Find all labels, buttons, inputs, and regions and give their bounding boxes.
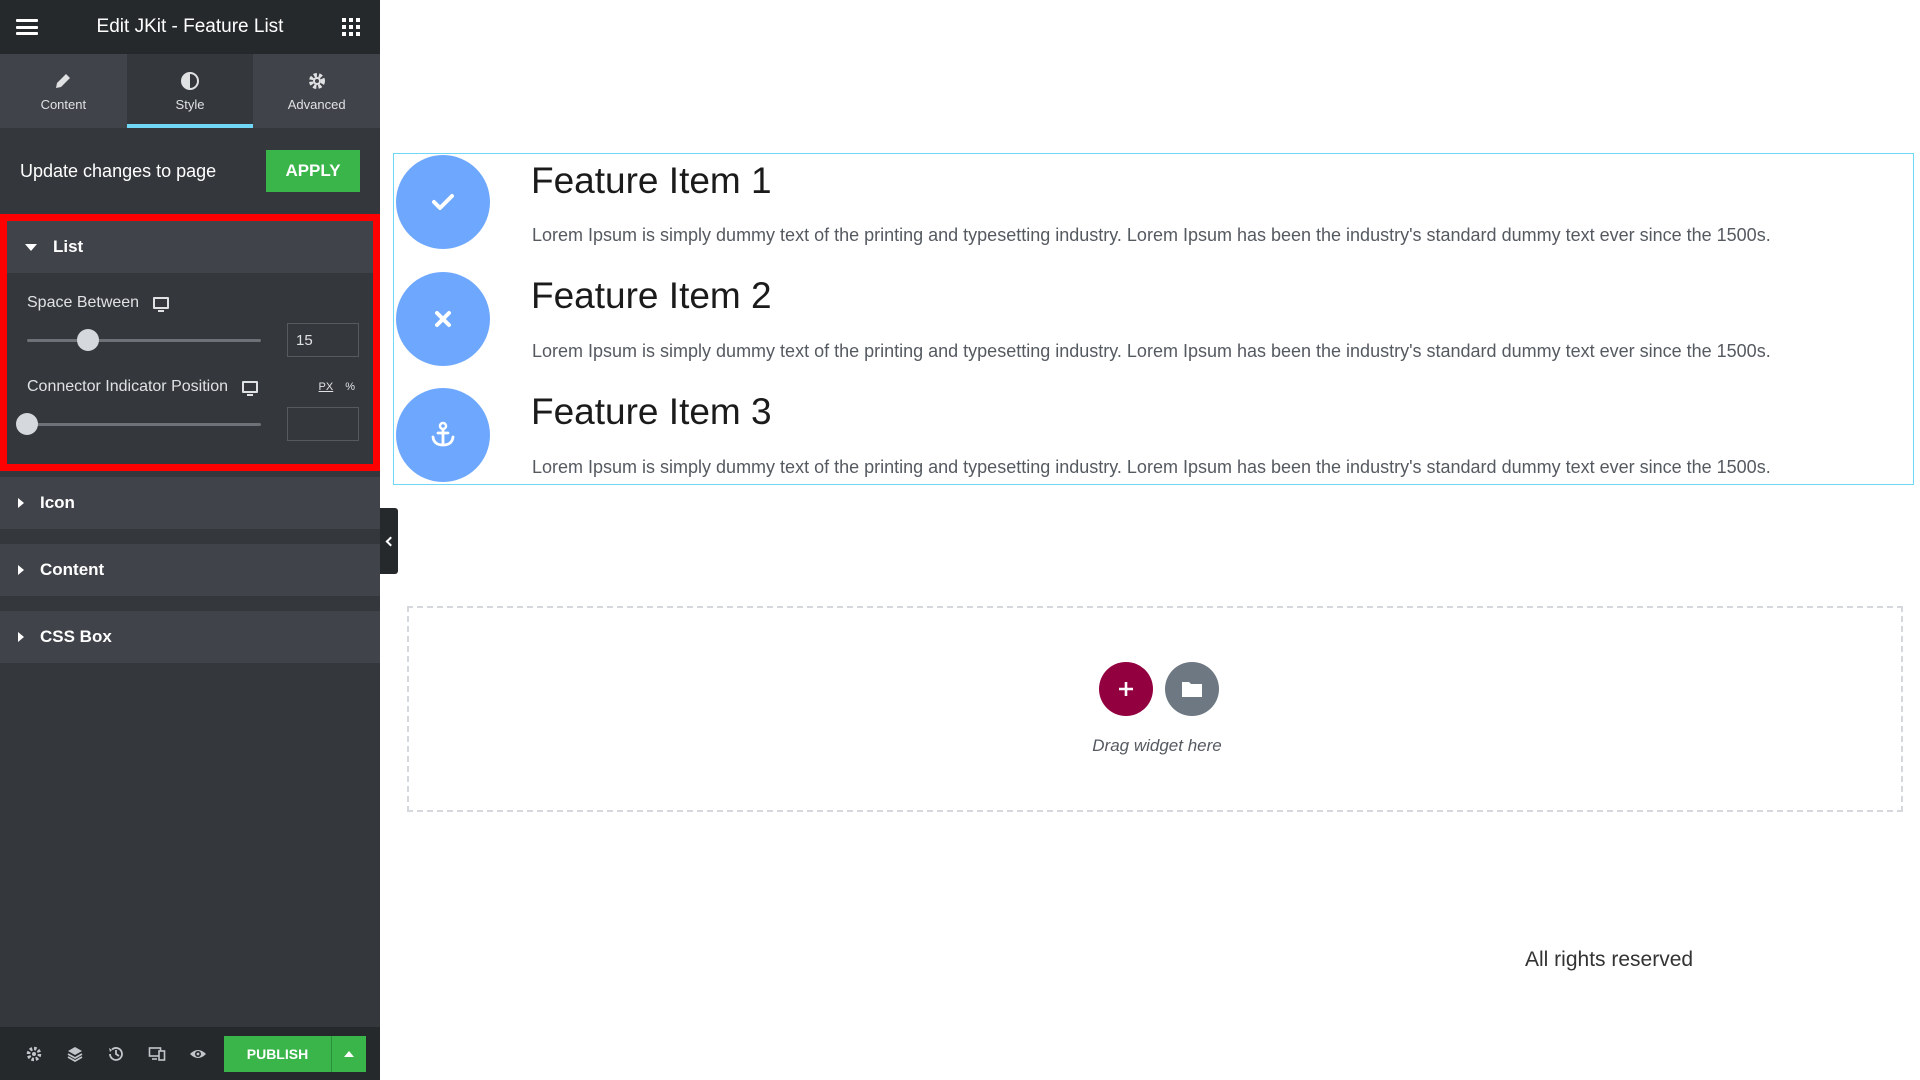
content-section-header[interactable]: Content <box>0 544 380 596</box>
desktop-responsive-icon[interactable] <box>153 297 170 312</box>
settings-icon[interactable] <box>14 1045 55 1063</box>
tab-content-label: Content <box>40 96 87 112</box>
editor-sidebar: Edit JKit - Feature List Content Style A… <box>0 0 380 1080</box>
space-between-control-label: Space Between <box>27 291 359 315</box>
feature-title: Feature Item 3 <box>531 391 772 432</box>
chevron-left-icon <box>385 536 396 546</box>
collapsed-sections: Icon Content CSS Box <box>0 471 380 663</box>
apply-button[interactable]: APPLY <box>266 150 360 192</box>
preview-eye-icon[interactable] <box>177 1045 218 1063</box>
css-box-section-title: CSS Box <box>40 627 112 646</box>
publish-button[interactable]: PUBLISH <box>224 1035 332 1072</box>
tab-advanced-label: Advanced <box>287 96 346 112</box>
css-box-section-header[interactable]: CSS Box <box>0 611 380 663</box>
feature-item: Feature Item 3 Lorem Ipsum is simply dum… <box>394 386 1915 486</box>
connector-position-label: Connector Indicator Position <box>27 378 228 395</box>
feature-icon-circle <box>396 388 490 482</box>
space-between-slider-handle[interactable] <box>76 329 99 351</box>
layers-icon[interactable] <box>55 1045 96 1063</box>
collapse-panel-button[interactable] <box>380 508 398 574</box>
list-section-body: Space Between Connector Indicator Positi… <box>7 273 373 464</box>
widget-drop-zone[interactable]: Drag widget here <box>407 606 1903 812</box>
panel-tabs: Content Style Advanced <box>0 54 380 128</box>
connector-position-control <box>16 399 359 449</box>
history-icon[interactable] <box>96 1045 137 1063</box>
list-section-header[interactable]: List <box>7 221 373 273</box>
space-between-control <box>27 315 359 365</box>
hamburger-menu-icon[interactable] <box>16 19 38 35</box>
content-section-title: Content <box>40 560 105 579</box>
feature-icon-circle <box>396 272 490 366</box>
apply-row: Update changes to page APPLY <box>0 128 380 214</box>
responsive-mode-icon[interactable] <box>136 1045 177 1063</box>
anchor-icon <box>431 421 455 447</box>
sidebar-footer: PUBLISH <box>0 1027 380 1080</box>
list-section-highlighted: List Space Between Connector Indicator P… <box>0 214 380 471</box>
connector-control-label: Connector Indicator Position PX % <box>27 375 359 399</box>
widgets-grid-icon[interactable] <box>342 18 360 36</box>
list-section-title: List <box>53 237 84 256</box>
plus-icon <box>1119 682 1133 696</box>
feature-item: Feature Item 1 Lorem Ipsum is simply dum… <box>394 154 1915 254</box>
panel-title: Edit JKit - Feature List <box>96 16 284 37</box>
space-between-label: Space Between <box>27 294 140 311</box>
feature-description: Lorem Ipsum is simply dummy text of the … <box>532 225 1771 245</box>
gear-icon <box>308 72 325 89</box>
sidebar-header: Edit JKit - Feature List <box>0 0 380 54</box>
icon-section-header[interactable]: Icon <box>0 477 380 529</box>
unit-px[interactable]: PX <box>319 381 334 393</box>
caret-up-icon <box>343 1050 354 1057</box>
desktop-responsive-icon[interactable] <box>242 381 258 396</box>
connector-position-slider-handle[interactable] <box>16 413 38 435</box>
close-icon <box>435 311 451 327</box>
tab-advanced[interactable]: Advanced <box>253 54 380 128</box>
feature-item: Feature Item 2 Lorem Ipsum is simply dum… <box>394 270 1915 370</box>
space-between-slider[interactable] <box>27 329 261 351</box>
contrast-icon <box>181 71 199 90</box>
unit-switcher: PX % <box>319 381 359 393</box>
feature-icon-circle <box>396 155 490 249</box>
caret-down-icon <box>25 243 37 251</box>
connector-position-input[interactable] <box>287 407 359 441</box>
publish-options-button[interactable] <box>332 1036 366 1072</box>
publish-group: PUBLISH <box>223 1035 366 1072</box>
drop-zone-buttons <box>1099 662 1219 716</box>
caret-right-icon <box>18 498 24 508</box>
feature-list-widget[interactable]: Feature Item 1 Lorem Ipsum is simply dum… <box>393 153 1914 485</box>
space-between-input[interactable] <box>287 323 359 357</box>
pencil-icon <box>56 73 71 88</box>
unit-percent[interactable]: % <box>345 381 355 393</box>
feature-title: Feature Item 1 <box>531 160 772 201</box>
tab-style-label: Style <box>175 96 205 112</box>
connector-position-slider[interactable] <box>16 413 261 435</box>
drop-zone-hint: Drag widget here <box>1092 736 1222 755</box>
check-icon <box>432 194 454 210</box>
add-template-button[interactable] <box>1165 662 1219 716</box>
caret-right-icon <box>18 632 24 642</box>
page-footer-text: All rights reserved <box>1525 948 1694 971</box>
caret-right-icon <box>18 565 24 575</box>
update-changes-label: Update changes to page <box>20 160 217 181</box>
feature-description: Lorem Ipsum is simply dummy text of the … <box>532 341 1771 361</box>
tab-content[interactable]: Content <box>0 54 127 128</box>
editor-app: Edit JKit - Feature List Content Style A… <box>0 0 1920 1080</box>
feature-description: Lorem Ipsum is simply dummy text of the … <box>532 457 1771 477</box>
icon-section-title: Icon <box>40 493 75 512</box>
folder-icon <box>1182 682 1202 697</box>
feature-title: Feature Item 2 <box>531 275 772 316</box>
tab-style[interactable]: Style <box>126 54 254 128</box>
add-section-button[interactable] <box>1099 662 1153 716</box>
